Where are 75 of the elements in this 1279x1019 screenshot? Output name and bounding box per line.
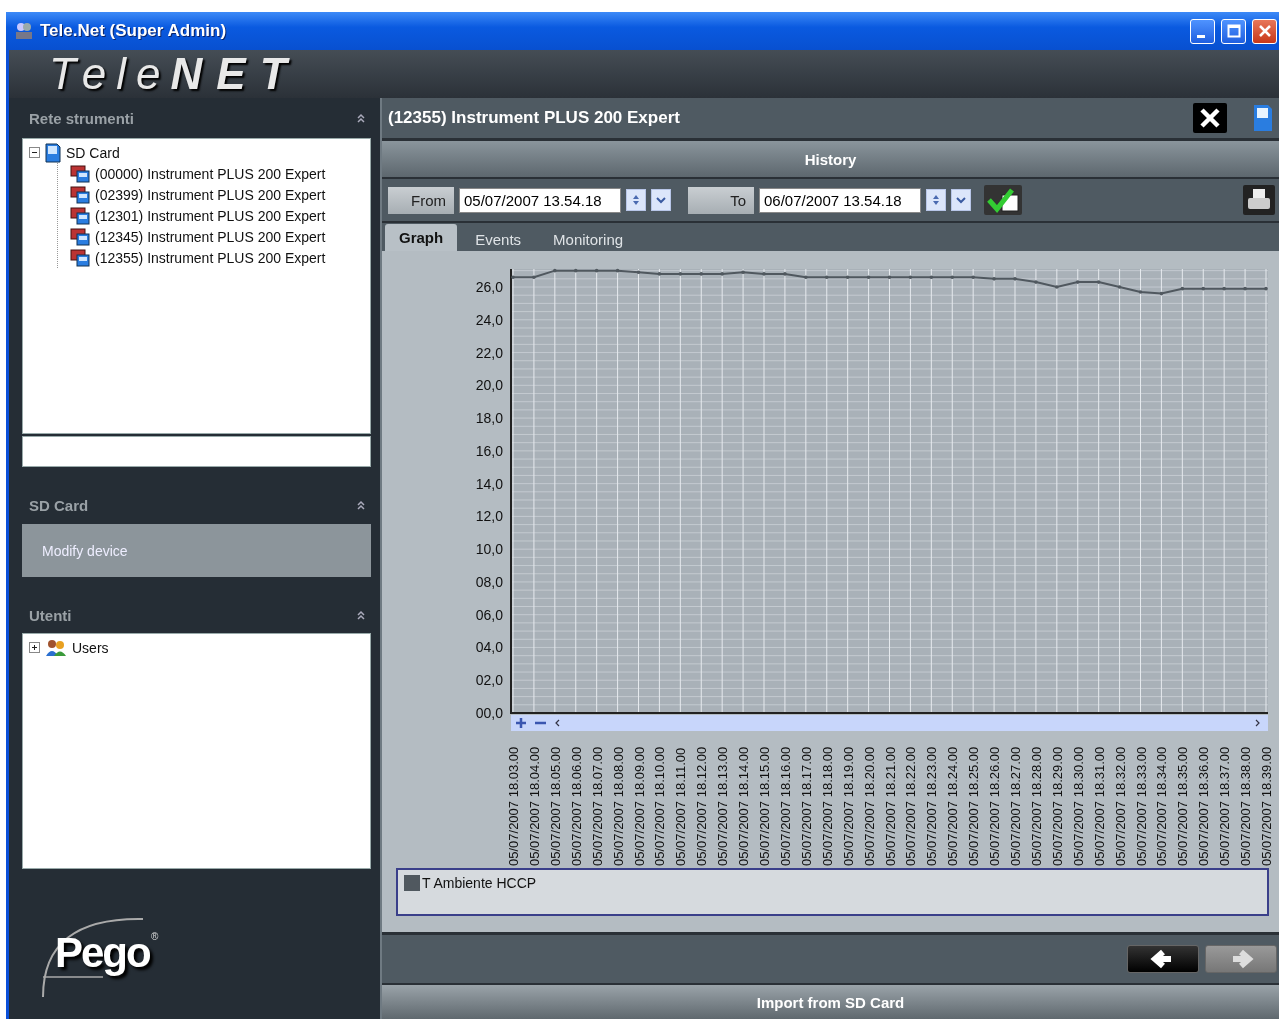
y-tick-label: 00,0 — [475, 705, 503, 721]
x-tick-label: 05/07/2007 18.31.00 — [1091, 746, 1107, 866]
tree-item[interactable]: Users — [72, 639, 109, 656]
x-tick-label: 05/07/2007 18.26.00 — [987, 746, 1003, 866]
device-title: (12355) Instrument PLUS 200 Expert — [388, 108, 681, 128]
x-tick-label: 05/07/2007 18.18.00 — [819, 746, 835, 866]
x-tick-label: 05/07/2007 18.16.00 — [777, 746, 793, 866]
x-tick-label: 05/07/2007 18.09.00 — [631, 746, 647, 866]
y-tick-label: 18,0 — [475, 410, 503, 427]
x-tick-label: 05/07/2007 18.39.00 — [1259, 746, 1274, 866]
x-tick-label: 05/07/2007 18.24.00 — [945, 746, 961, 866]
x-tick-label: 05/07/2007 18.35.00 — [1175, 746, 1191, 866]
date-field[interactable]: 06/07/2007 13.54.18 — [759, 187, 921, 213]
x-tick-label: 05/07/2007 18.03.00 — [506, 746, 521, 866]
tab[interactable]: Monitoring — [539, 227, 638, 251]
x-tick-label: 05/07/2007 18.20.00 — [861, 746, 877, 866]
x-tick-label: 05/07/2007 18.27.00 — [1008, 746, 1023, 866]
to-button[interactable]: To — [688, 186, 754, 214]
x-tick-label: 05/07/2007 18.19.00 — [840, 746, 856, 866]
x-tick-label: 05/07/2007 18.29.00 — [1049, 746, 1065, 866]
x-tick-label: 05/07/2007 18.06.00 — [568, 746, 584, 866]
x-tick-label: 05/07/2007 18.32.00 — [1112, 746, 1128, 866]
y-tick-label: 02,0 — [475, 672, 503, 689]
x-tick-label: 05/07/2007 18.28.00 — [1028, 746, 1044, 866]
window-title: Tele.Net (Super Admin) — [40, 21, 228, 41]
x-tick-label: 05/07/2007 18.36.00 — [1196, 746, 1212, 866]
x-tick-label: 05/07/2007 18.22.00 — [903, 746, 919, 866]
from-button[interactable]: From — [388, 186, 454, 214]
tab[interactable]: Events — [461, 227, 536, 251]
logo: Tele NET — [49, 52, 301, 96]
y-tick-label: 10,0 — [475, 541, 503, 558]
y-tick-label: 06,0 — [475, 606, 503, 623]
import-button[interactable]: Import from SD Card — [382, 985, 1279, 1019]
y-tick-label: 16,0 — [475, 442, 503, 459]
tree-item[interactable]: (00000) Instrument PLUS 200 Expert — [95, 165, 326, 182]
y-tick-label: 04,0 — [475, 639, 503, 656]
tree-item[interactable]: SD Card — [66, 144, 120, 161]
tree-item[interactable]: (02399) Instrument PLUS 200 Expert — [95, 186, 326, 203]
legend-label: T Ambiente HCCP — [422, 875, 537, 891]
x-tick-label: 05/07/2007 18.23.00 — [924, 746, 940, 866]
x-tick-label: 05/07/2007 18.10.00 — [652, 746, 668, 866]
section-title: SD Card — [29, 496, 89, 514]
x-tick-label: 05/07/2007 18.04.00 — [526, 746, 542, 866]
panel-title: History — [804, 150, 857, 168]
section-title: Rete strumenti — [29, 109, 135, 127]
x-tick-label: 05/07/2007 18.15.00 — [757, 746, 772, 866]
x-tick-label: 05/07/2007 18.34.00 — [1154, 746, 1170, 866]
tree-item[interactable]: (12345) Instrument PLUS 200 Expert — [95, 228, 326, 245]
tree-item[interactable]: (12301) Instrument PLUS 200 Expert — [95, 207, 326, 224]
x-tick-label: 05/07/2007 18.13.00 — [715, 746, 731, 866]
x-tick-label: 05/07/2007 18.14.00 — [736, 746, 752, 866]
y-tick-label: 08,0 — [475, 573, 503, 590]
x-tick-label: 05/07/2007 18.08.00 — [610, 746, 626, 866]
section-title: Utenti — [29, 606, 72, 624]
x-tick-label: 05/07/2007 18.33.00 — [1133, 746, 1149, 866]
x-tick-label: 05/07/2007 18.17.00 — [798, 746, 814, 866]
tab[interactable]: Graph — [385, 224, 458, 251]
x-tick-label: 05/07/2007 18.05.00 — [547, 746, 563, 866]
y-tick-label: 12,0 — [475, 508, 503, 525]
x-tick-label: 05/07/2007 18.11.00 — [673, 747, 689, 866]
y-tick-label: 20,0 — [475, 377, 503, 394]
y-tick-label: 24,0 — [475, 311, 503, 328]
x-tick-label: 05/07/2007 18.37.00 — [1217, 746, 1233, 866]
y-tick-label: 14,0 — [475, 475, 503, 492]
x-tick-label: 05/07/2007 18.38.00 — [1238, 746, 1254, 866]
x-tick-label: 05/07/2007 18.25.00 — [966, 746, 982, 866]
y-tick-label: 26,0 — [475, 279, 503, 295]
x-tick-label: 05/07/2007 18.30.00 — [1070, 746, 1086, 866]
x-tick-label: 05/07/2007 18.07.00 — [589, 746, 605, 866]
brand-logo: Pego® — [33, 907, 163, 1007]
y-tick-label: 22,0 — [475, 344, 503, 361]
x-tick-label: 05/07/2007 18.21.00 — [882, 746, 898, 866]
date-field[interactable]: 05/07/2007 13.54.18 — [459, 187, 621, 213]
x-tick-label: 05/07/2007 18.12.00 — [694, 746, 710, 866]
tree-item[interactable]: (12355) Instrument PLUS 200 Expert — [95, 249, 326, 266]
